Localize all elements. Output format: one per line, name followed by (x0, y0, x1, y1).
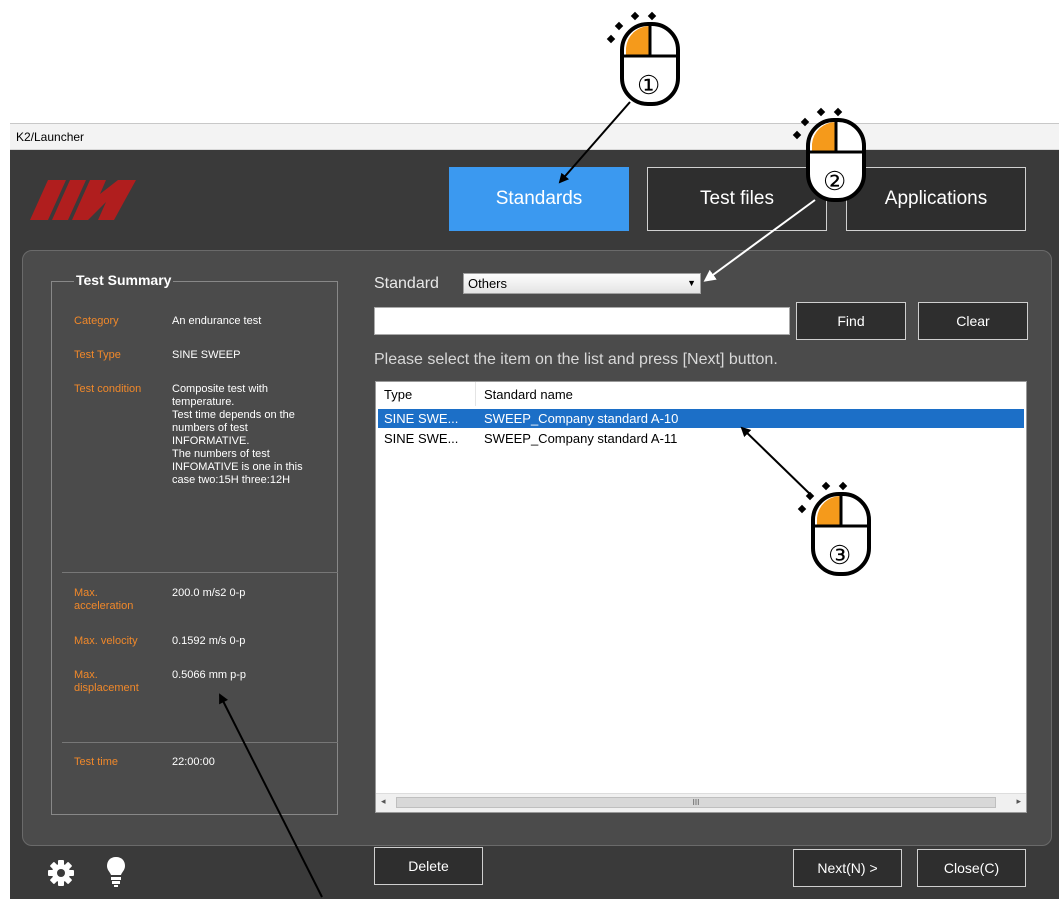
max-acceleration-label: Max. acceleration (74, 587, 134, 612)
mouse-icon: ② (790, 104, 870, 209)
max-displacement-label: Max. displacement (74, 669, 139, 694)
delete-button[interactable]: Delete (374, 847, 483, 885)
content-panel: Test Summary Category An endurance test … (22, 250, 1052, 846)
close-button[interactable]: Close(C) (917, 849, 1026, 887)
tab-standards[interactable]: Standards (449, 167, 629, 231)
list-item-name: SWEEP_Company standard A-10 (484, 411, 679, 426)
logo (30, 180, 136, 220)
standard-dropdown-value: Others (468, 276, 508, 291)
scroll-left-icon[interactable]: ◂ (381, 796, 386, 807)
max-acceleration-value: 200.0 m/s2 0-p (172, 587, 246, 599)
dropdown-arrow-icon: ▼ (687, 278, 696, 288)
list-item-type: SINE SWE... (384, 411, 459, 426)
standard-dropdown[interactable]: Others ▼ (463, 273, 701, 294)
clear-button[interactable]: Clear (918, 302, 1028, 340)
launcher-window: Standards Test files Applications Test S… (10, 150, 1059, 899)
scrollbar-thumb[interactable]: III (396, 797, 996, 808)
test-condition-label: Test condition (74, 383, 142, 395)
standards-list[interactable]: Type Standard name SINE SWE... SWEEP_Com… (375, 381, 1027, 813)
test-time-label: Test time (74, 756, 119, 768)
search-input[interactable] (374, 307, 790, 335)
callout-number: ② (823, 166, 847, 196)
standard-label: Standard (374, 275, 439, 292)
test-type-value: SINE SWEEP (172, 349, 241, 361)
test-condition-value: Composite test with temperature. Test ti… (172, 383, 303, 486)
column-header-type[interactable]: Type (384, 387, 412, 402)
horizontal-scrollbar[interactable]: ◂ III ▸ (376, 793, 1026, 812)
divider (62, 572, 338, 573)
mouse-icon: ① (604, 8, 684, 113)
callout-number: ③ (828, 540, 852, 570)
next-button[interactable]: Next(N) > (793, 849, 902, 887)
test-type-label: Test Type (74, 349, 121, 361)
list-header: Type Standard name (376, 382, 1026, 406)
column-header-standard-name[interactable]: Standard name (484, 387, 573, 402)
scroll-right-icon[interactable]: ▸ (1016, 796, 1021, 807)
callout-number: ① (637, 70, 661, 100)
find-button[interactable]: Find (796, 302, 906, 340)
instruction-text: Please select the item on the list and p… (374, 351, 778, 368)
window-title-bar: K2/Launcher (10, 123, 1059, 150)
divider (62, 742, 338, 743)
list-item[interactable]: SINE SWE... SWEEP_Company standard A-11 (378, 429, 1024, 448)
window-title: K2/Launcher (16, 130, 85, 144)
max-velocity-value: 0.1592 m/s 0-p (172, 635, 246, 647)
mouse-icon: ③ (795, 478, 875, 583)
test-summary-title: Test Summary (74, 272, 174, 288)
lightbulb-icon[interactable] (106, 856, 126, 888)
gear-icon[interactable] (48, 860, 74, 886)
list-item-type: SINE SWE... (384, 431, 459, 446)
category-value: An endurance test (172, 315, 262, 327)
test-time-value: 22:00:00 (172, 756, 215, 768)
list-item[interactable]: SINE SWE... SWEEP_Company standard A-10 (378, 409, 1024, 428)
max-velocity-label: Max. velocity (74, 635, 138, 647)
list-item-name: SWEEP_Company standard A-11 (484, 431, 678, 446)
category-label: Category (74, 315, 119, 327)
test-summary: Test Summary Category An endurance test … (51, 272, 338, 815)
tab-applications[interactable]: Applications (846, 167, 1026, 231)
max-displacement-value: 0.5066 mm p-p (172, 669, 246, 681)
